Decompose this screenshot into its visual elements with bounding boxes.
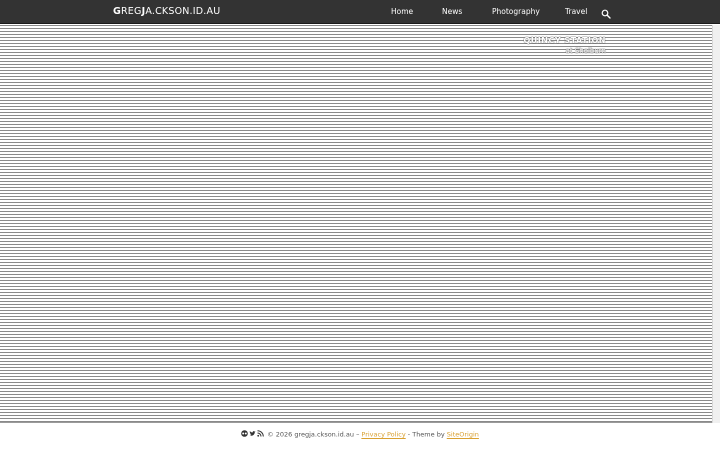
footer-separator: - [407,430,411,439]
nav-item-photography[interactable]: Photography [492,7,540,16]
logo-text-part1: REG [121,6,142,17]
siteorigin-link[interactable]: SiteOrigin [447,431,479,439]
copyright-text: © 2026 gregja.ckson.id.au [267,430,354,439]
hero-caption-subtitle: at Shelburn [565,47,606,55]
scrollbar[interactable] [712,25,720,423]
nav-item-home[interactable]: Home [391,7,413,16]
hero-caption-title: QUINCY STATION [523,36,606,45]
logo-text-part2: A.CKSON.ID.AU [145,6,221,17]
flickr-icon[interactable] [241,430,248,439]
logo-initial: G [113,6,121,17]
site-header: GREGJA.CKSON.ID.AU Home News Photography… [0,0,720,24]
footer-separator: – [356,430,360,439]
theme-by-text: Theme by [412,430,445,439]
site-logo[interactable]: GREGJA.CKSON.ID.AU [113,6,220,17]
nav-item-news[interactable]: News [442,7,462,16]
privacy-policy-link[interactable]: Privacy Policy [361,431,405,439]
hero-image [0,25,712,423]
nav-item-travel[interactable]: Travel [565,7,587,16]
search-icon[interactable] [601,6,611,19]
rss-icon[interactable] [257,430,264,439]
twitter-icon[interactable] [249,430,256,439]
site-footer: © 2026 gregja.ckson.id.au – Privacy Poli… [0,430,720,439]
